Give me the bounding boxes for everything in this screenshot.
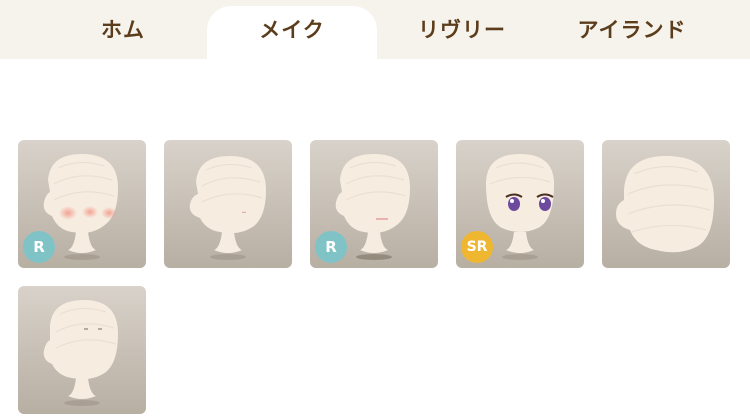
rarity-badge: R [315,231,347,263]
item-tile-plain[interactable] [164,140,292,268]
item-tile-purple-eyes[interactable]: SR [456,140,584,268]
item-tile-closed-eyes[interactable] [18,286,146,414]
rarity-badge: SR [461,231,493,263]
item-tile-blush[interactable]: R [18,140,146,268]
item-tile-mouth-line[interactable]: R [310,140,438,268]
head-plain-image [164,140,292,268]
rarity-badge: R [23,231,55,263]
item-tile-large-head[interactable] [602,140,730,268]
item-grid: R R SR [0,0,750,420]
head-closed-eyes-image [18,286,146,414]
head-large-round-image [602,140,730,268]
